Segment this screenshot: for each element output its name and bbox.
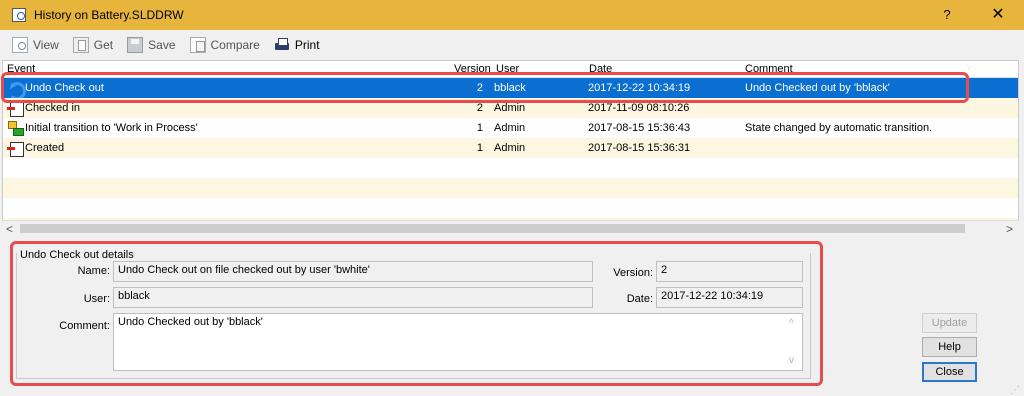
column-header-version[interactable]: Version xyxy=(454,63,491,75)
comment-text: Undo Checked out by 'bblack' xyxy=(118,316,263,328)
window-title: History on Battery.SLDDRW xyxy=(34,8,184,22)
get-button[interactable]: Get xyxy=(72,37,114,53)
comment-scrollbar[interactable]: ^ v xyxy=(788,318,800,366)
close-button[interactable]: Close xyxy=(922,362,977,382)
date-cell: 2017-08-15 15:36:43 xyxy=(588,122,691,134)
empty-row xyxy=(3,198,1018,218)
check-in-icon xyxy=(7,100,24,117)
version-cell: 1 xyxy=(476,142,483,154)
version-label: Version: xyxy=(613,267,653,279)
save-label: Save xyxy=(148,38,176,52)
view-icon xyxy=(12,37,28,53)
event-text: Initial transition to 'Work in Process' xyxy=(25,122,198,134)
empty-row xyxy=(3,158,1018,178)
help-button[interactable]: Help xyxy=(922,337,977,357)
version-field[interactable]: 2 xyxy=(656,261,803,282)
scroll-down-icon[interactable]: v xyxy=(789,355,794,366)
event-cell: Undo Check out xyxy=(7,80,104,100)
view-button[interactable]: View xyxy=(12,37,59,53)
column-header-date[interactable]: Date xyxy=(589,63,612,75)
print-label: Print xyxy=(294,38,320,52)
column-header-comment[interactable]: Comment xyxy=(745,63,793,75)
horizontal-scrollbar[interactable]: < > xyxy=(2,220,1019,236)
history-app-icon xyxy=(12,8,26,22)
event-text: Undo Check out xyxy=(25,82,104,94)
undo-icon xyxy=(7,80,26,100)
compare-button[interactable]: Compare xyxy=(189,37,260,53)
comment-label: Comment: xyxy=(59,320,110,332)
get-icon xyxy=(72,37,89,53)
user-cell: bblack xyxy=(494,82,526,94)
name-field[interactable]: Undo Check out on file checked out by us… xyxy=(113,261,593,282)
table-row[interactable]: Created 1 Admin 2017-08-15 15:36:31 xyxy=(3,138,1018,158)
scroll-left-icon[interactable]: < xyxy=(6,222,13,236)
scroll-right-icon[interactable]: > xyxy=(1006,222,1013,236)
details-title: Undo Check out details xyxy=(20,249,134,261)
name-label: Name: xyxy=(77,265,110,277)
event-cell: Initial transition to 'Work in Process' xyxy=(7,120,198,136)
user-label: User: xyxy=(83,293,110,305)
event-text: Created xyxy=(25,142,65,154)
created-icon xyxy=(7,140,24,157)
compare-icon xyxy=(189,37,206,53)
comment-cell: Undo Checked out by 'bblack' xyxy=(745,82,890,94)
print-icon xyxy=(274,37,290,53)
update-button[interactable]: Update xyxy=(922,313,977,333)
table-row[interactable]: Initial transition to 'Work in Process' … xyxy=(3,118,1018,138)
version-cell: 2 xyxy=(476,82,483,94)
user-cell: Admin xyxy=(494,102,526,114)
get-label: Get xyxy=(93,38,114,52)
help-title-button[interactable]: ? xyxy=(932,0,962,30)
user-field[interactable]: bblack xyxy=(113,287,593,308)
date-label: Date: xyxy=(626,293,653,305)
resize-grip-icon[interactable] xyxy=(1010,383,1020,396)
column-header-event[interactable]: Event xyxy=(7,63,35,75)
history-window: History on Battery.SLDDRW ? ✕ View Get S… xyxy=(0,0,1024,396)
scrollbar-thumb[interactable] xyxy=(20,224,965,233)
comment-field[interactable]: Undo Checked out by 'bblack' ^ v xyxy=(113,313,803,371)
version-cell: 2 xyxy=(476,102,483,114)
toolbar: View Get Save Compare Print xyxy=(0,30,1024,60)
history-list[interactable]: Event Version User Date Comment Undo Che… xyxy=(2,60,1019,236)
date-cell: 2017-11-09 08:10:26 xyxy=(588,102,690,114)
event-cell: Created xyxy=(7,140,65,157)
date-field[interactable]: 2017-12-22 10:34:19 xyxy=(656,287,803,308)
print-button[interactable]: Print xyxy=(274,37,320,53)
date-cell: 2017-08-15 15:36:31 xyxy=(588,142,691,154)
compare-label: Compare xyxy=(210,38,260,52)
view-label: View xyxy=(33,38,59,52)
table-row[interactable]: Checked in 2 Admin 2017-11-09 08:10:26 xyxy=(3,98,1018,118)
event-text: Checked in xyxy=(25,102,81,114)
column-header-user[interactable]: User xyxy=(496,63,519,75)
save-icon xyxy=(127,37,144,53)
workflow-transition-icon xyxy=(7,120,24,136)
user-cell: Admin xyxy=(494,122,526,134)
scroll-up-icon[interactable]: ^ xyxy=(789,318,794,329)
version-cell: 1 xyxy=(476,122,483,134)
event-cell: Checked in xyxy=(7,100,81,117)
comment-cell: State changed by automatic transition. xyxy=(745,122,933,134)
user-cell: Admin xyxy=(494,142,526,154)
empty-row xyxy=(3,178,1018,198)
list-header: Event Version User Date Comment xyxy=(3,61,1018,78)
table-row[interactable]: Undo Check out 2 bblack 2017-12-22 10:34… xyxy=(3,78,1018,100)
title-bar: History on Battery.SLDDRW ? ✕ xyxy=(0,0,1024,30)
close-window-button[interactable]: ✕ xyxy=(978,0,1018,30)
date-cell: 2017-12-22 10:34:19 xyxy=(588,82,691,94)
save-button[interactable]: Save xyxy=(127,37,176,53)
